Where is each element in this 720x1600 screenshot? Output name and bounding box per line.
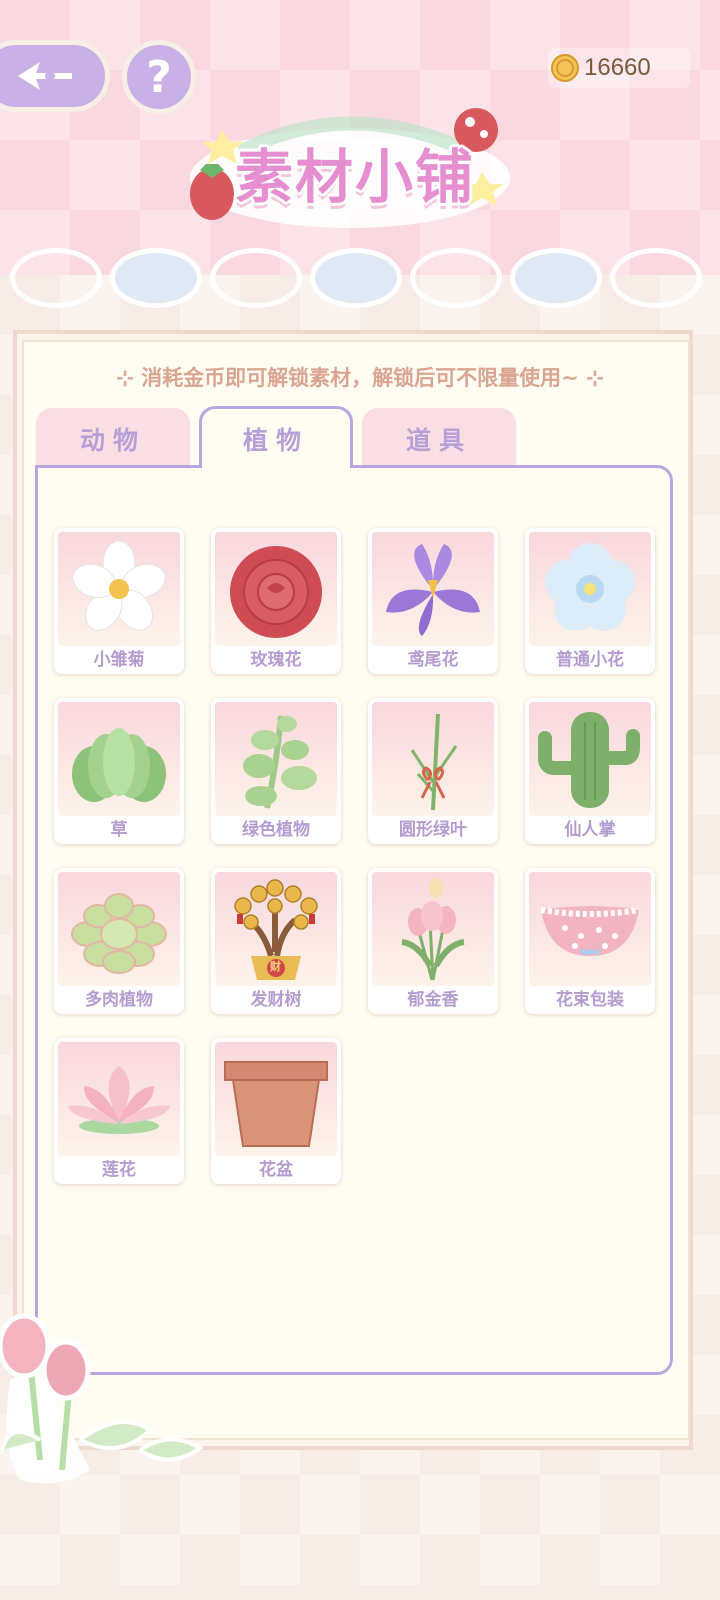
cactus-icon <box>538 712 640 808</box>
iris-icon <box>386 544 480 636</box>
shop-item-flower-pot[interactable]: 花盆 <box>211 1038 341 1184</box>
bouquet-wrap-icon <box>540 906 640 956</box>
shop-item-money-tree[interactable]: 财 发财树 <box>211 868 341 1014</box>
shop-item-daisy[interactable]: 小雏菊 <box>54 528 184 674</box>
item-label: 花束包装 <box>556 990 624 1010</box>
rose-icon <box>230 546 322 638</box>
shop-item-bouquet-wrap[interactable]: 花束包装 <box>525 868 655 1014</box>
item-label: 发财树 <box>250 990 302 1010</box>
notice-left-ornament-icon: ⊹ <box>116 366 142 390</box>
item-label: 仙人掌 <box>564 820 616 840</box>
item-label: 莲花 <box>102 1160 136 1180</box>
item-label: 草 <box>110 820 128 840</box>
shop-item-rose[interactable]: 玫瑰花 <box>211 528 341 674</box>
coin-amount: 16660 <box>584 54 651 81</box>
tab-plants[interactable]: 植物 <box>199 406 353 468</box>
item-label: 多肉植物 <box>85 990 153 1010</box>
back-arrow-icon <box>18 62 72 90</box>
shop-item-succulent[interactable]: 多肉植物 <box>54 868 184 1014</box>
shop-item-small-flower[interactable]: 普通小花 <box>525 528 655 674</box>
notice-text: 消耗金币即可解锁素材，解锁后可不限量使用~ <box>141 366 579 390</box>
shop-item-round-leaf[interactable]: 圆形绿叶 <box>368 698 498 844</box>
shop-title-banner: 素材小铺 <box>180 100 520 240</box>
shop-title: 素材小铺 <box>234 143 475 211</box>
green-plant-icon <box>243 715 317 809</box>
back-button[interactable] <box>0 40 110 112</box>
item-label: 普通小花 <box>556 650 624 670</box>
item-label: 玫瑰花 <box>250 650 302 670</box>
question-mark-icon: ? <box>146 51 172 103</box>
item-label: 圆形绿叶 <box>399 820 467 840</box>
tab-animals[interactable]: 动物 <box>36 408 190 470</box>
round-leaf-icon <box>410 713 458 811</box>
unlock-notice: ⊹ 消耗金币即可解锁素材，解锁后可不限量使用~ ⊹ <box>40 362 680 392</box>
tulip-icon <box>401 878 465 981</box>
notice-right-ornament-icon: ⊹ <box>578 366 604 390</box>
item-label: 绿色植物 <box>242 820 310 840</box>
item-label: 花盆 <box>259 1160 293 1180</box>
bottom-strip <box>0 1585 720 1600</box>
shop-item-green-plant[interactable]: 绿色植物 <box>211 698 341 844</box>
shop-item-lotus[interactable]: 莲花 <box>54 1038 184 1184</box>
shop-item-tulip[interactable]: 郁金香 <box>368 868 498 1014</box>
shop-item-iris[interactable]: 鸢尾花 <box>368 528 498 674</box>
tulip-decoration-icon <box>0 1313 204 1484</box>
small-flower-icon <box>545 543 635 631</box>
tab-props[interactable]: 道具 <box>362 408 516 470</box>
item-label: 鸢尾花 <box>407 650 459 670</box>
daisy-icon <box>72 540 166 631</box>
grass-icon <box>72 728 166 802</box>
coin-counter: 16660 <box>548 48 690 88</box>
succulent-icon <box>71 893 167 974</box>
lotus-icon <box>68 1066 170 1134</box>
shop-item-grass[interactable]: 草 <box>54 698 184 844</box>
money-tree-badge: 财 <box>270 960 281 973</box>
scallop-border <box>0 248 720 308</box>
flower-pot-icon <box>224 1061 328 1147</box>
item-label: 小雏菊 <box>93 650 145 670</box>
coin-icon <box>551 54 579 82</box>
item-label: 郁金香 <box>407 990 459 1010</box>
shop-item-cactus[interactable]: 仙人掌 <box>525 698 655 844</box>
